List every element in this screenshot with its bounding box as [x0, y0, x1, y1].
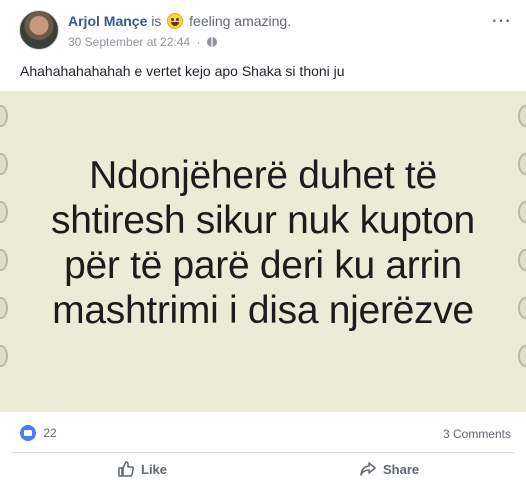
image-left-border: [0, 91, 14, 412]
facebook-post: Arjol Mançe is feeling amazing. 30 Septe…: [0, 0, 526, 481]
like-button[interactable]: Like: [117, 460, 167, 481]
thumbs-up-icon: [118, 461, 134, 477]
author-name[interactable]: Arjol Mançe: [68, 13, 147, 29]
likes-count[interactable]: 22: [43, 426, 56, 440]
post-header-line: Arjol Mançe is feeling amazing.: [68, 13, 291, 29]
share-arrow-icon: [360, 462, 376, 476]
post-text: Ahahahahahahah e vertet kejo apo Shaka s…: [20, 63, 345, 79]
quote-line: mashtrimi i disa njerëzve: [52, 289, 474, 332]
share-button[interactable]: Share: [359, 460, 419, 481]
image-quote: Ndonjëherë duhet të shtiresh sikur nuk k…: [18, 153, 508, 333]
quote-line: Ndonjëherë duhet të: [89, 154, 437, 197]
quote-line: për të parë deri ku arrin: [64, 244, 462, 287]
more-options-icon[interactable]: ⋯: [491, 8, 512, 33]
comments-count[interactable]: 3 Comments: [443, 427, 511, 441]
post-timestamp[interactable]: 30 September at 22:44: [68, 35, 190, 49]
avatar[interactable]: [19, 10, 59, 50]
divider: [12, 452, 514, 453]
smiling-emoji-icon: [167, 13, 184, 29]
meta-separator: ·: [196, 35, 201, 49]
share-label: Share: [383, 462, 420, 477]
image-right-border: [512, 91, 526, 412]
quote-line: shtiresh sikur nuk kupton: [51, 199, 475, 242]
feeling-label: feeling amazing.: [189, 13, 292, 29]
like-label: Like: [141, 462, 168, 477]
reactions-summary[interactable]: 22: [20, 425, 57, 441]
is-label: is: [151, 13, 162, 29]
post-image[interactable]: Ndonjëherë duhet të shtiresh sikur nuk k…: [0, 91, 526, 412]
post-meta: 30 September at 22:44 ·: [68, 35, 217, 49]
like-reaction-icon: [20, 425, 36, 441]
globe-icon[interactable]: [206, 37, 217, 47]
